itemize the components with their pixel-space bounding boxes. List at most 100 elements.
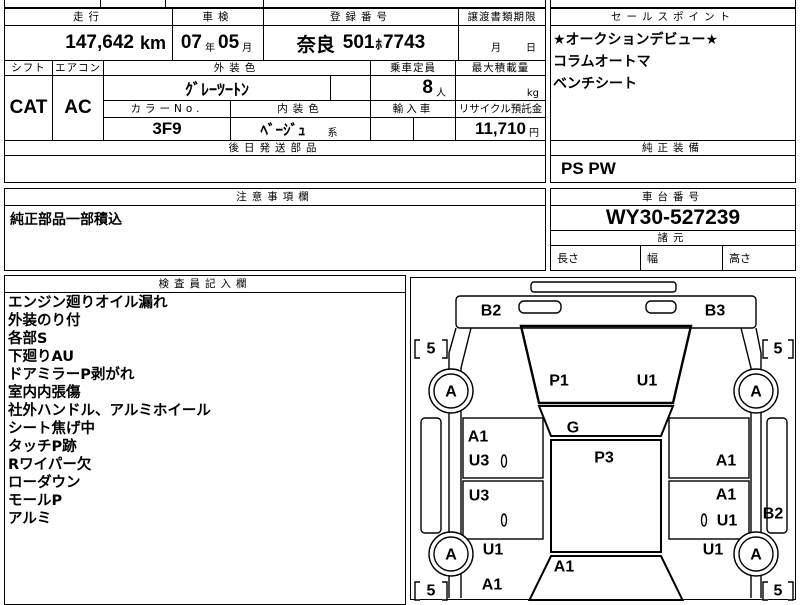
- mark-tread-rear-left: 5: [427, 583, 436, 600]
- headlight-left: [518, 300, 562, 314]
- mark-right-side-rear: B2: [763, 506, 784, 523]
- top-strip-cell: [100, 0, 166, 8]
- mark-rear-door-left: U3: [469, 488, 490, 505]
- recycle-deposit-value-cell: 11,710 円: [455, 117, 546, 141]
- inspection-year-unit: 年: [205, 43, 215, 54]
- capacity-value-cell: 8 人: [370, 75, 456, 101]
- inspector-line: ドアミラーP剥がれ: [8, 367, 135, 383]
- rear-door-right: [668, 480, 750, 540]
- inspector-line: アルミ: [8, 511, 52, 527]
- mark-roof: P3: [594, 450, 614, 467]
- inspector-line: 下廻りAU: [8, 349, 75, 365]
- sales-points-body: ★オークションデビュー★ コラムオートマ ベンチシート: [550, 25, 796, 141]
- transfer-deadline-value-cell: 月 日: [458, 25, 546, 61]
- interior-color-value-cell: ﾍﾞｰｼﾞｭ 系: [230, 117, 371, 141]
- inspector-line: タッチP跡: [8, 439, 77, 455]
- shift-header: シフト: [4, 60, 53, 76]
- mark-front-bumper-right: B3: [705, 303, 726, 320]
- mileage-header: 走行: [4, 8, 173, 26]
- inspector-line: ローダウン: [8, 475, 81, 491]
- notes-header: 注意事項欄: [4, 188, 546, 206]
- interior-color-header: 内装色: [230, 100, 371, 118]
- recycle-deposit-unit: 円: [529, 128, 539, 139]
- mark-front-door-right: A1: [716, 453, 737, 470]
- mark-rear-center: A1: [554, 559, 575, 576]
- inspector-lines: エンジン廻りオイル漏れ 外装のり付 各部S 下廻りAU ドアミラーP剥がれ 室内…: [8, 294, 403, 528]
- headlight-right: [645, 300, 677, 314]
- inspector-line: エンジン廻りオイル漏れ: [8, 295, 168, 311]
- import-car-blank-2: [413, 117, 456, 141]
- car-outline-svg: B2 B3 5 5 A A P1 U1 G A1 U3 P3 A1 U3 A1 …: [414, 281, 794, 601]
- inspection-year: 07: [180, 32, 202, 53]
- mark-wheel-front-left: A: [445, 384, 457, 401]
- genuine-equipment-header: 純正装備: [550, 140, 796, 156]
- mark-wheel-rear-right: A: [750, 547, 762, 564]
- mileage-value: 147,642: [65, 32, 134, 53]
- registration-header: 登録番号: [263, 8, 459, 26]
- mark-front-bumper-left: B2: [481, 303, 502, 320]
- registration-region: 奈良: [296, 33, 335, 56]
- top-strip-cell: [263, 0, 546, 8]
- chassis-value: WY30-527239: [550, 205, 796, 231]
- interior-color-value: ﾍﾞｰｼﾞｭ: [260, 120, 306, 139]
- mark-tread-rear-right: 5: [774, 583, 783, 600]
- inspection-value-cell: 07 年 05 月: [172, 25, 264, 61]
- max-load-header: 最大積載量: [455, 60, 546, 76]
- mark-wheel-front-right: A: [750, 384, 762, 401]
- chassis-header: 車台番号: [550, 188, 796, 206]
- sales-point-item: ベンチシート: [553, 76, 637, 92]
- front-bumper-top: [530, 281, 677, 293]
- mark-tread-front-right: 5: [774, 341, 783, 358]
- specs-header: 諸元: [550, 230, 796, 246]
- top-strip-cell: [165, 0, 264, 8]
- max-load-value-cell: kg: [455, 75, 546, 101]
- recycle-deposit-header: リサイクル預託金: [455, 100, 546, 118]
- registration-kana: ﾎ: [375, 37, 382, 53]
- sales-points-header: セールスポイント: [550, 8, 796, 26]
- registration-number: 7743: [382, 32, 426, 53]
- genuine-equipment-value: PS PW: [550, 155, 796, 183]
- mileage-value-cell: 147,642 km: [4, 25, 173, 61]
- mark-tread-front-left: 5: [427, 341, 436, 358]
- inspector-line: Rワイパー欠: [8, 457, 92, 473]
- max-load-unit: kg: [526, 88, 539, 99]
- mark-hood-right: U1: [637, 373, 658, 390]
- inspection-month: 05: [218, 32, 240, 53]
- mark-rear-fender-left: U1: [483, 542, 504, 559]
- inspector-line: シート焦げ中: [8, 421, 95, 437]
- inspection-header: 車検: [172, 8, 264, 26]
- mark-wheel-rear-left: A: [445, 547, 457, 564]
- notes-value: 純正部品一部積込: [10, 212, 122, 228]
- windshield: [537, 405, 675, 437]
- registration-class: 501: [342, 32, 375, 53]
- interior-color-suffix: 系: [327, 128, 338, 139]
- inspector-line: 外装のり付: [8, 313, 81, 329]
- inspector-line: 室内内張傷: [8, 385, 81, 401]
- spec-height-label: 高さ: [722, 245, 796, 271]
- top-strip-cell: [550, 0, 796, 8]
- transfer-deadline-header: 譲渡書類期限: [458, 8, 546, 26]
- shift-value: CAT: [4, 75, 53, 141]
- transfer-month-unit: 月: [491, 43, 501, 54]
- later-parts-body: [4, 155, 546, 183]
- capacity-header: 乗車定員: [370, 60, 456, 76]
- mark-rear-door-right-a: A1: [716, 487, 737, 504]
- inspector-header: 検査員記入欄: [4, 275, 406, 293]
- mark-hood-left: P1: [549, 373, 569, 390]
- mark-rear-door-right-b: U1: [717, 513, 738, 530]
- mark-front-door-left-a: A1: [468, 429, 489, 446]
- inspector-line: モールP: [8, 493, 63, 509]
- mark-rear-left: A1: [482, 577, 503, 594]
- inspection-month-unit: 月: [242, 43, 253, 54]
- mark-windshield: G: [567, 420, 579, 437]
- spec-width-label: 幅: [640, 245, 723, 271]
- capacity-unit: 人: [436, 88, 446, 99]
- transfer-day-unit: 日: [526, 43, 536, 54]
- exterior-color-value: ｸﾞﾚｰﾂｰﾄﾝ: [103, 75, 331, 101]
- mileage-unit: km: [139, 32, 166, 53]
- capacity-value: 8: [422, 77, 433, 98]
- notes-body: 純正部品一部積込: [4, 205, 546, 271]
- recycle-deposit-value: 11,710: [474, 119, 526, 138]
- aircon-header: エアコン: [52, 60, 104, 76]
- side-skirt-left: [420, 417, 442, 534]
